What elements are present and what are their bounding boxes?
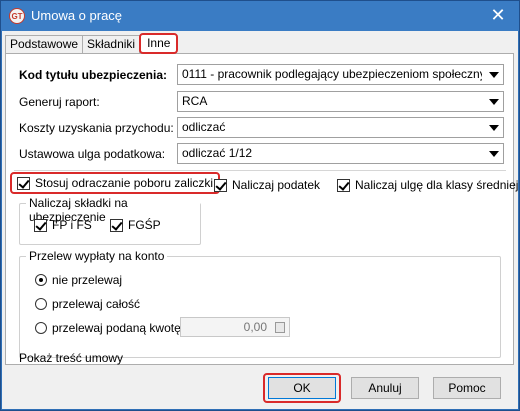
koszty-value: odliczać (182, 120, 226, 134)
kwota-input[interactable]: 0,00 (180, 317, 290, 337)
ulga-value: odliczać 1/12 (182, 146, 253, 160)
close-icon[interactable]: ✕ (487, 4, 509, 26)
radio-przelewaj-calosc[interactable]: przelewaj całość (35, 297, 140, 311)
divider (14, 170, 506, 171)
calculator-icon[interactable] (275, 322, 285, 333)
generuj-raport-value: RCA (182, 94, 208, 108)
radio-przelewaj-calosc-label: przelewaj całość (52, 297, 141, 311)
kwota-value: 0,00 (243, 320, 267, 334)
pokaz-tresc-umowy[interactable]: Pokaż treść umowy (19, 351, 123, 365)
radio-selected-icon (35, 274, 47, 286)
tab-inne[interactable]: Inne (139, 33, 179, 54)
ok-button[interactable]: OK (268, 377, 336, 399)
chevron-down-icon (489, 125, 499, 131)
koszty-select[interactable]: odliczać (177, 117, 504, 138)
radio-unselected-icon (35, 322, 47, 334)
radio-unselected-icon (35, 298, 47, 310)
window-title: Umowa o pracę (31, 8, 123, 23)
kod-tytulu-value: 0111 - pracownik podlegający ubezpieczen… (182, 67, 482, 81)
checkbox-checked-icon (337, 178, 350, 192)
ulga-select[interactable]: odliczać 1/12 (177, 143, 504, 164)
radio-przelewaj-kwote[interactable]: przelewaj podaną kwotę (35, 321, 181, 335)
ulga-label: Ustawowa ulga podatkowa: (19, 147, 166, 161)
fp-fs-label: FP i FS (52, 218, 92, 232)
przelew-group: Przelew wypłaty na konto nie przelewaj p… (19, 249, 501, 358)
kod-tytulu-select[interactable]: 0111 - pracownik podlegający ubezpieczen… (177, 64, 504, 85)
tab-skladniki[interactable]: Składniki (82, 35, 141, 54)
fp-fs-checkbox[interactable]: FP i FS (34, 218, 92, 232)
fgsp-checkbox[interactable]: FGŚP (110, 218, 161, 232)
fgsp-label: FGŚP (128, 218, 161, 232)
anuluj-button[interactable]: Anuluj (351, 377, 419, 399)
tab-strip: Podstawowe Składniki Inne (5, 33, 179, 54)
chevron-down-icon (489, 151, 499, 157)
tab-podstawowe[interactable]: Podstawowe (5, 35, 84, 54)
app-logo-icon: GT (9, 8, 25, 24)
tab-panel-inne: Kod tytułu ubezpieczenia: 0111 - pracown… (5, 53, 518, 365)
checkbox-checked-icon (34, 218, 47, 232)
naliczaj-podatek-label: Naliczaj podatek (232, 178, 321, 192)
stosuj-odraczanie-label: Stosuj odraczanie poboru zaliczki (35, 176, 214, 190)
checkbox-checked-icon (110, 218, 123, 232)
chevron-down-icon (489, 72, 499, 78)
title-bar[interactable]: GT Umowa o pracę ✕ (1, 1, 519, 31)
stosuj-odraczanie-checkbox[interactable]: Stosuj odraczanie poboru zaliczki (10, 172, 221, 194)
naliczaj-ulge-checkbox[interactable]: Naliczaj ulgę dla klasy średniej (337, 178, 518, 192)
przelew-group-legend: Przelew wypłaty na konto (26, 249, 168, 263)
koszty-label: Koszty uzyskania przychodu: (19, 121, 174, 135)
naliczaj-ulge-label: Naliczaj ulgę dla klasy średniej (355, 178, 519, 192)
generuj-raport-select[interactable]: RCA (177, 91, 504, 112)
chevron-down-icon (489, 99, 499, 105)
dialog-client: Podstawowe Składniki Inne Kod tytułu ube… (2, 31, 518, 409)
skladki-group: Naliczaj składki na ubezpieczenie FP i F… (19, 196, 201, 245)
kod-tytulu-label: Kod tytułu ubezpieczenia: (19, 68, 168, 82)
checkbox-checked-icon (214, 178, 227, 192)
button-bar: OK Anuluj Pomoc (2, 365, 518, 409)
checkbox-checked-icon (17, 176, 30, 190)
naliczaj-podatek-checkbox[interactable]: Naliczaj podatek (214, 178, 320, 192)
pomoc-button[interactable]: Pomoc (433, 377, 501, 399)
generuj-raport-label: Generuj raport: (19, 95, 100, 109)
radio-nie-przelewaj[interactable]: nie przelewaj (35, 273, 122, 287)
radio-nie-przelewaj-label: nie przelewaj (52, 273, 123, 287)
radio-przelewaj-kwote-label: przelewaj podaną kwotę (52, 321, 181, 335)
dialog-window: GT Umowa o pracę ✕ Podstawowe Składniki … (0, 0, 520, 411)
